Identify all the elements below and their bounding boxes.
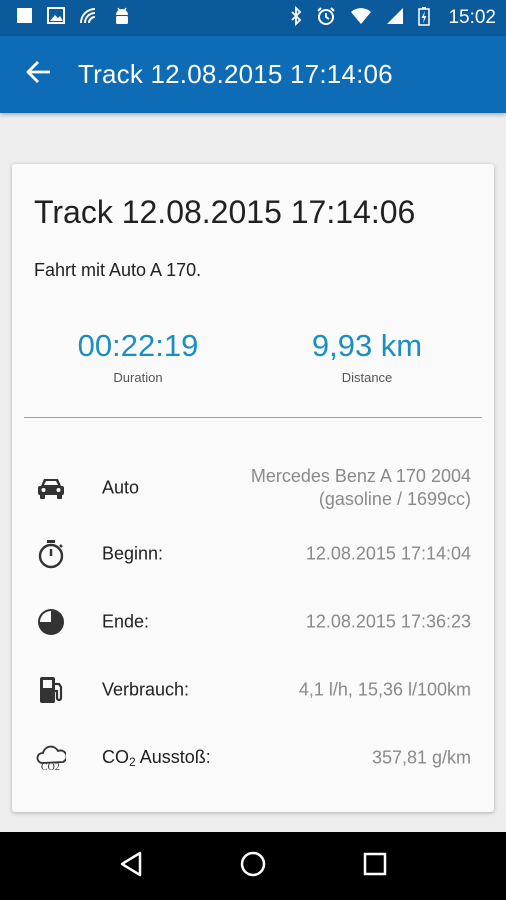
nav-home-button[interactable] xyxy=(233,846,273,886)
duration-metric: 00:22:19 Duration xyxy=(38,328,238,385)
start-label: Beginn: xyxy=(102,543,164,564)
consumption-value: 4,1 l/h, 15,36 l/100km xyxy=(298,679,471,700)
co2-label-rest: Ausstoß: xyxy=(135,747,211,767)
duration-value: 00:22:19 xyxy=(77,328,199,363)
co2-label-sub: 2 xyxy=(129,755,136,769)
nav-recents-button[interactable] xyxy=(355,846,395,886)
co2-value: 357,81 g/km xyxy=(371,747,471,768)
divider xyxy=(24,417,482,418)
clock-end-icon xyxy=(36,607,66,637)
battery-icon xyxy=(418,6,431,31)
car-icon xyxy=(36,473,66,503)
status-time: 15:02 xyxy=(448,7,496,28)
back-button[interactable] xyxy=(0,36,78,113)
android-icon xyxy=(113,6,131,31)
car-value: Mercedes Benz A 170 2004 (gasoline / 169… xyxy=(251,465,471,511)
navigation-bar xyxy=(0,832,506,900)
nav-back-button[interactable] xyxy=(111,846,151,886)
detail-row-co2: CO2 CO2 Ausstoß: 357,81 g/km xyxy=(12,728,494,788)
detail-row-consumption: Verbrauch: 4,1 l/h, 15,36 l/100km xyxy=(12,660,494,720)
fuel-pump-icon xyxy=(36,675,66,705)
app-bar-title: Track 12.08.2015 17:14:06 xyxy=(78,59,393,89)
co2-label: CO2 Ausstoß: xyxy=(102,747,211,769)
detail-row-start: Beginn: 12.08.2015 17:14:04 xyxy=(12,524,494,584)
bluetooth-icon xyxy=(290,5,302,31)
triangle-back-icon xyxy=(118,850,144,883)
start-value: 12.08.2015 17:14:04 xyxy=(305,543,471,564)
stopwatch-icon xyxy=(36,539,66,569)
alarm-icon xyxy=(316,6,336,31)
square-recents-icon xyxy=(362,851,388,882)
cell-signal-icon xyxy=(386,7,404,30)
status-left-icons xyxy=(16,6,131,31)
co2-cloud-icon: CO2 xyxy=(36,743,66,773)
track-description: Fahrt mit Auto A 170. xyxy=(34,260,202,280)
arrow-back-icon xyxy=(26,60,52,89)
image-icon xyxy=(47,7,65,29)
wifi-icon xyxy=(350,7,372,30)
co2-label-main: CO xyxy=(102,747,129,767)
distance-metric: 9,93 km Distance xyxy=(267,328,467,385)
wifi-signal-icon xyxy=(79,7,99,30)
card-title: Track 12.08.2015 17:14:06 xyxy=(34,194,416,230)
duration-label: Duration xyxy=(113,370,163,385)
co2-icon-text: CO2 xyxy=(41,762,60,772)
distance-value: 9,93 km xyxy=(311,328,423,363)
car-model: Mercedes Benz A 170 2004 xyxy=(250,466,471,486)
status-right-icons: 15:02 xyxy=(290,5,496,31)
app-bar: Track 12.08.2015 17:14:06 xyxy=(0,36,506,113)
end-value: 12.08.2015 17:36:23 xyxy=(305,611,471,632)
circle-home-icon xyxy=(239,850,267,883)
car-label: Auto xyxy=(102,477,140,498)
detail-row-car: Auto Mercedes Benz A 170 2004 (gasoline … xyxy=(12,458,494,518)
track-card: Track 12.08.2015 17:14:06 Fahrt mit Auto… xyxy=(12,164,494,812)
notification-square-icon xyxy=(16,7,33,29)
end-label: Ende: xyxy=(102,611,150,632)
consumption-label: Verbrauch: xyxy=(102,679,190,700)
distance-label: Distance xyxy=(341,370,393,385)
detail-row-end: Ende: 12.08.2015 17:36:23 xyxy=(12,592,494,652)
status-bar: 15:02 xyxy=(0,0,506,36)
car-engine: (gasoline / 1699cc) xyxy=(318,489,471,509)
